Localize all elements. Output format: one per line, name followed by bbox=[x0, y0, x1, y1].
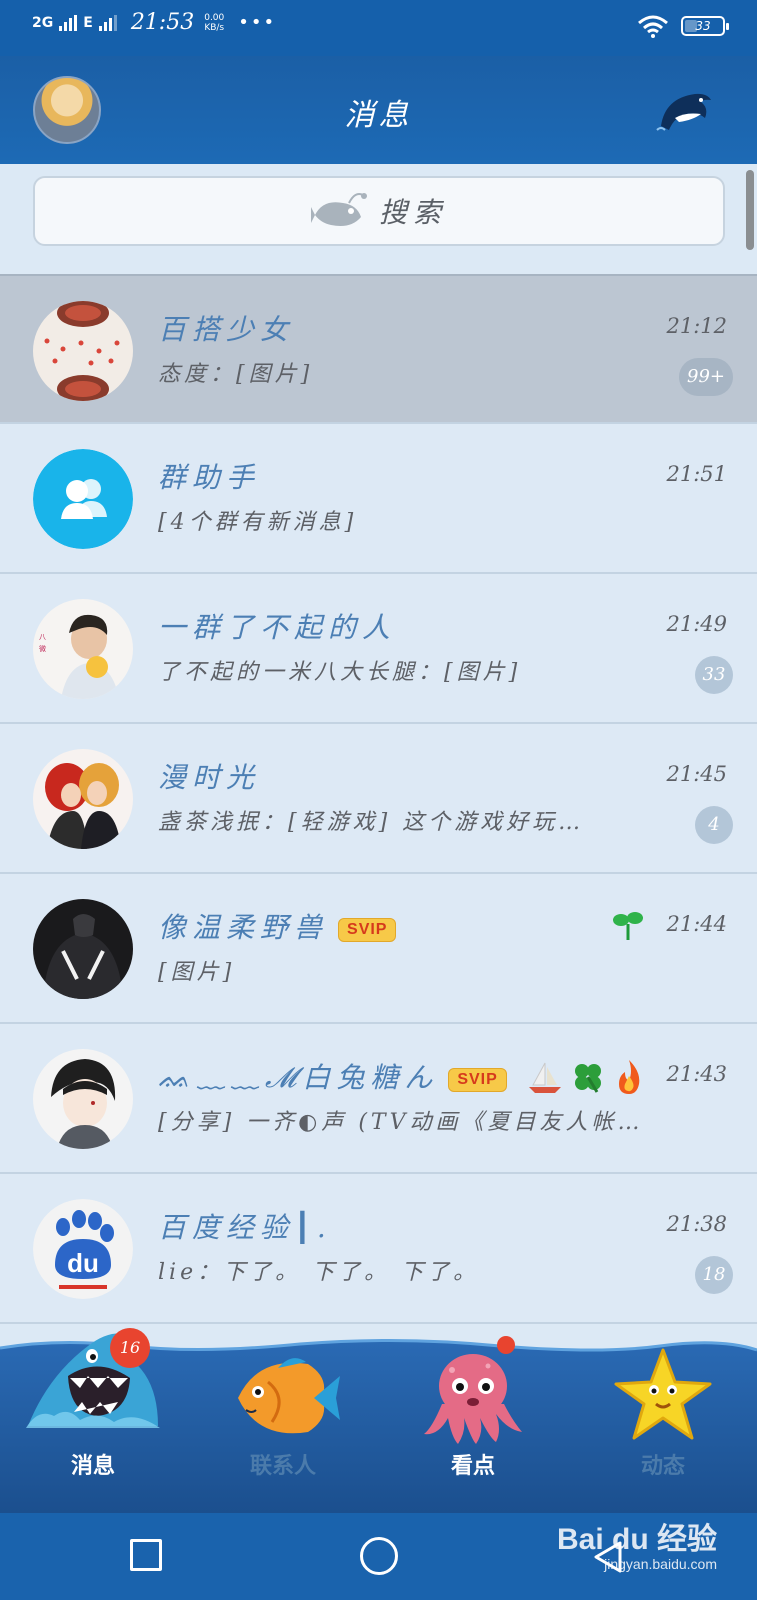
watermark-url: jingyan.baidu.com bbox=[604, 1556, 717, 1572]
nav-tab-discover[interactable]: 看点 bbox=[398, 1336, 548, 1513]
chat-list: 百搭少女 态度：[图片] 21:12 99+ 群助手 [4个群有新消息] 21:… bbox=[0, 274, 757, 1324]
search-input[interactable]: 搜索 bbox=[33, 176, 725, 246]
chat-name: 漫时光 bbox=[158, 761, 261, 794]
chat-name-text: ᨐ﹏﹏𝓜白兔糖ん bbox=[158, 1061, 439, 1094]
network-type-label: 2G bbox=[32, 14, 54, 31]
chat-time: 21:38 bbox=[666, 1212, 727, 1236]
avatar bbox=[33, 749, 133, 849]
status-icons bbox=[611, 908, 645, 942]
network-type-label-2: E bbox=[83, 14, 93, 31]
chat-row[interactable]: ᨐ﹏﹏𝓜白兔糖ん SVIP [分享] 一齐◐声 (TV动画《夏目友人帐… 21:4… bbox=[0, 1024, 757, 1174]
bottom-nav: 16 消息 联系人 看点 动态 bbox=[0, 1328, 757, 1513]
dolphin-icon[interactable] bbox=[655, 86, 715, 136]
nav-tab-moments[interactable]: 动态 bbox=[588, 1338, 738, 1513]
nav-label: 动态 bbox=[640, 1453, 685, 1478]
avatar bbox=[33, 1049, 133, 1149]
svip-badge: SVIP bbox=[338, 917, 397, 942]
chat-preview: [图片] bbox=[158, 960, 236, 985]
battery-icon: 33 bbox=[681, 16, 729, 36]
chat-name: 像温柔野兽 SVIP bbox=[158, 906, 397, 946]
avatar bbox=[33, 899, 133, 999]
nav-label: 看点 bbox=[450, 1453, 495, 1478]
page-title: 消息 bbox=[344, 98, 413, 133]
nav-tab-messages[interactable]: 16 消息 bbox=[18, 1328, 168, 1513]
watermark-brand: Bai du 经验 bbox=[556, 1523, 717, 1556]
clover-icon bbox=[575, 1064, 601, 1093]
nav-label: 消息 bbox=[70, 1453, 115, 1478]
chat-time: 21:51 bbox=[666, 462, 727, 486]
flame-icon bbox=[619, 1060, 640, 1094]
chat-preview: 盏茶浅抿：[轻游戏] 这个游戏好玩… bbox=[158, 810, 585, 835]
network-speed-unit: KB/s bbox=[204, 22, 225, 33]
chat-name: 百搭少女 bbox=[158, 313, 295, 346]
baidu-logo-icon: du bbox=[33, 1199, 133, 1299]
svg-text:微: 微 bbox=[39, 644, 46, 653]
chat-row[interactable]: 漫时光 盏茶浅抿：[轻游戏] 这个游戏好玩… 21:45 4 bbox=[0, 724, 757, 874]
chat-preview: [4个群有新消息] bbox=[158, 510, 358, 535]
svg-text:du: du bbox=[67, 1248, 99, 1278]
signal-icon bbox=[59, 14, 78, 31]
chat-time: 21:12 bbox=[666, 314, 727, 338]
chat-name: ᨐ﹏﹏𝓜白兔糖ん SVIP bbox=[158, 1056, 507, 1096]
anglerfish-search-icon bbox=[310, 193, 367, 226]
wifi-icon bbox=[638, 15, 668, 38]
search-area: 搜索 bbox=[0, 164, 757, 270]
shark-icon bbox=[26, 1333, 160, 1428]
nav-label: 联系人 bbox=[249, 1453, 316, 1478]
sprout-icon bbox=[613, 912, 643, 940]
chat-preview: [分享] 一齐◐声 (TV动画《夏目友人帐… bbox=[158, 1110, 644, 1135]
chat-name: 一群了不起的人 bbox=[158, 611, 397, 644]
status-bar: 2G E 21:53 0.00 KB/s ••• 33 bbox=[0, 0, 757, 56]
octopus-icon bbox=[424, 1354, 522, 1444]
chat-time: 21:45 bbox=[666, 762, 727, 786]
status-time: 21:53 bbox=[130, 10, 195, 35]
unread-badge: 33 bbox=[695, 656, 733, 694]
svg-text:八: 八 bbox=[39, 633, 46, 641]
sailboat-icon bbox=[529, 1062, 561, 1093]
unread-badge: 99+ bbox=[679, 358, 733, 396]
chat-row[interactable]: 百搭少女 态度：[图片] 21:12 99+ bbox=[0, 274, 757, 424]
fish-icon bbox=[238, 1358, 340, 1434]
group-assistant-icon bbox=[33, 449, 133, 549]
chat-preview: 态度：[图片] bbox=[158, 362, 314, 387]
baidu-jingyan-watermark: Bai du 经验 jingyan.baidu.com bbox=[557, 1514, 717, 1572]
unread-badge: 18 bbox=[695, 1256, 733, 1294]
status-icons bbox=[527, 1058, 645, 1096]
search-label: 搜索 bbox=[378, 196, 447, 229]
chat-preview: 了不起的一米八大长腿：[图片] bbox=[158, 660, 522, 685]
chat-preview: lie：下了。 下了。 下了。 bbox=[158, 1260, 480, 1285]
chat-time: 21:43 bbox=[666, 1062, 727, 1086]
network-speed-value: 0.00 bbox=[204, 12, 225, 23]
chat-time: 21:44 bbox=[666, 912, 727, 936]
svip-badge: SVIP bbox=[448, 1067, 507, 1092]
avatar bbox=[33, 301, 133, 401]
chat-name: 群助手 bbox=[158, 461, 261, 494]
signal-icon-2 bbox=[98, 14, 117, 31]
scrollbar[interactable] bbox=[746, 170, 754, 250]
chat-name: 百度经验┃. bbox=[158, 1211, 332, 1244]
battery-level: 33 bbox=[695, 19, 711, 33]
nav-unread-badge: 16 bbox=[110, 1328, 150, 1368]
nav-tab-contacts[interactable]: 联系人 bbox=[208, 1338, 358, 1513]
chat-row[interactable]: 八 微 一群了不起的人 了不起的一米八大长腿：[图片] 21:49 33 bbox=[0, 574, 757, 724]
chat-row[interactable]: du 百度经验┃. lie：下了。 下了。 下了。 21:38 18 bbox=[0, 1174, 757, 1324]
starfish-icon bbox=[614, 1348, 712, 1440]
network-speed: 0.00 KB/s bbox=[204, 13, 224, 33]
chat-row[interactable]: 群助手 [4个群有新消息] 21:51 bbox=[0, 424, 757, 574]
home-icon[interactable] bbox=[360, 1537, 398, 1575]
chat-time: 21:49 bbox=[666, 612, 727, 636]
unread-badge: 4 bbox=[695, 806, 733, 844]
avatar: 八 微 bbox=[33, 599, 133, 699]
header: 消息 bbox=[0, 56, 757, 164]
recent-apps-icon[interactable] bbox=[130, 1539, 162, 1571]
more-notifications-icon: ••• bbox=[238, 12, 277, 33]
chat-row[interactable]: 像温柔野兽 SVIP [图片] 21:44 bbox=[0, 874, 757, 1024]
chat-name-text: 像温柔野兽 bbox=[158, 911, 329, 944]
